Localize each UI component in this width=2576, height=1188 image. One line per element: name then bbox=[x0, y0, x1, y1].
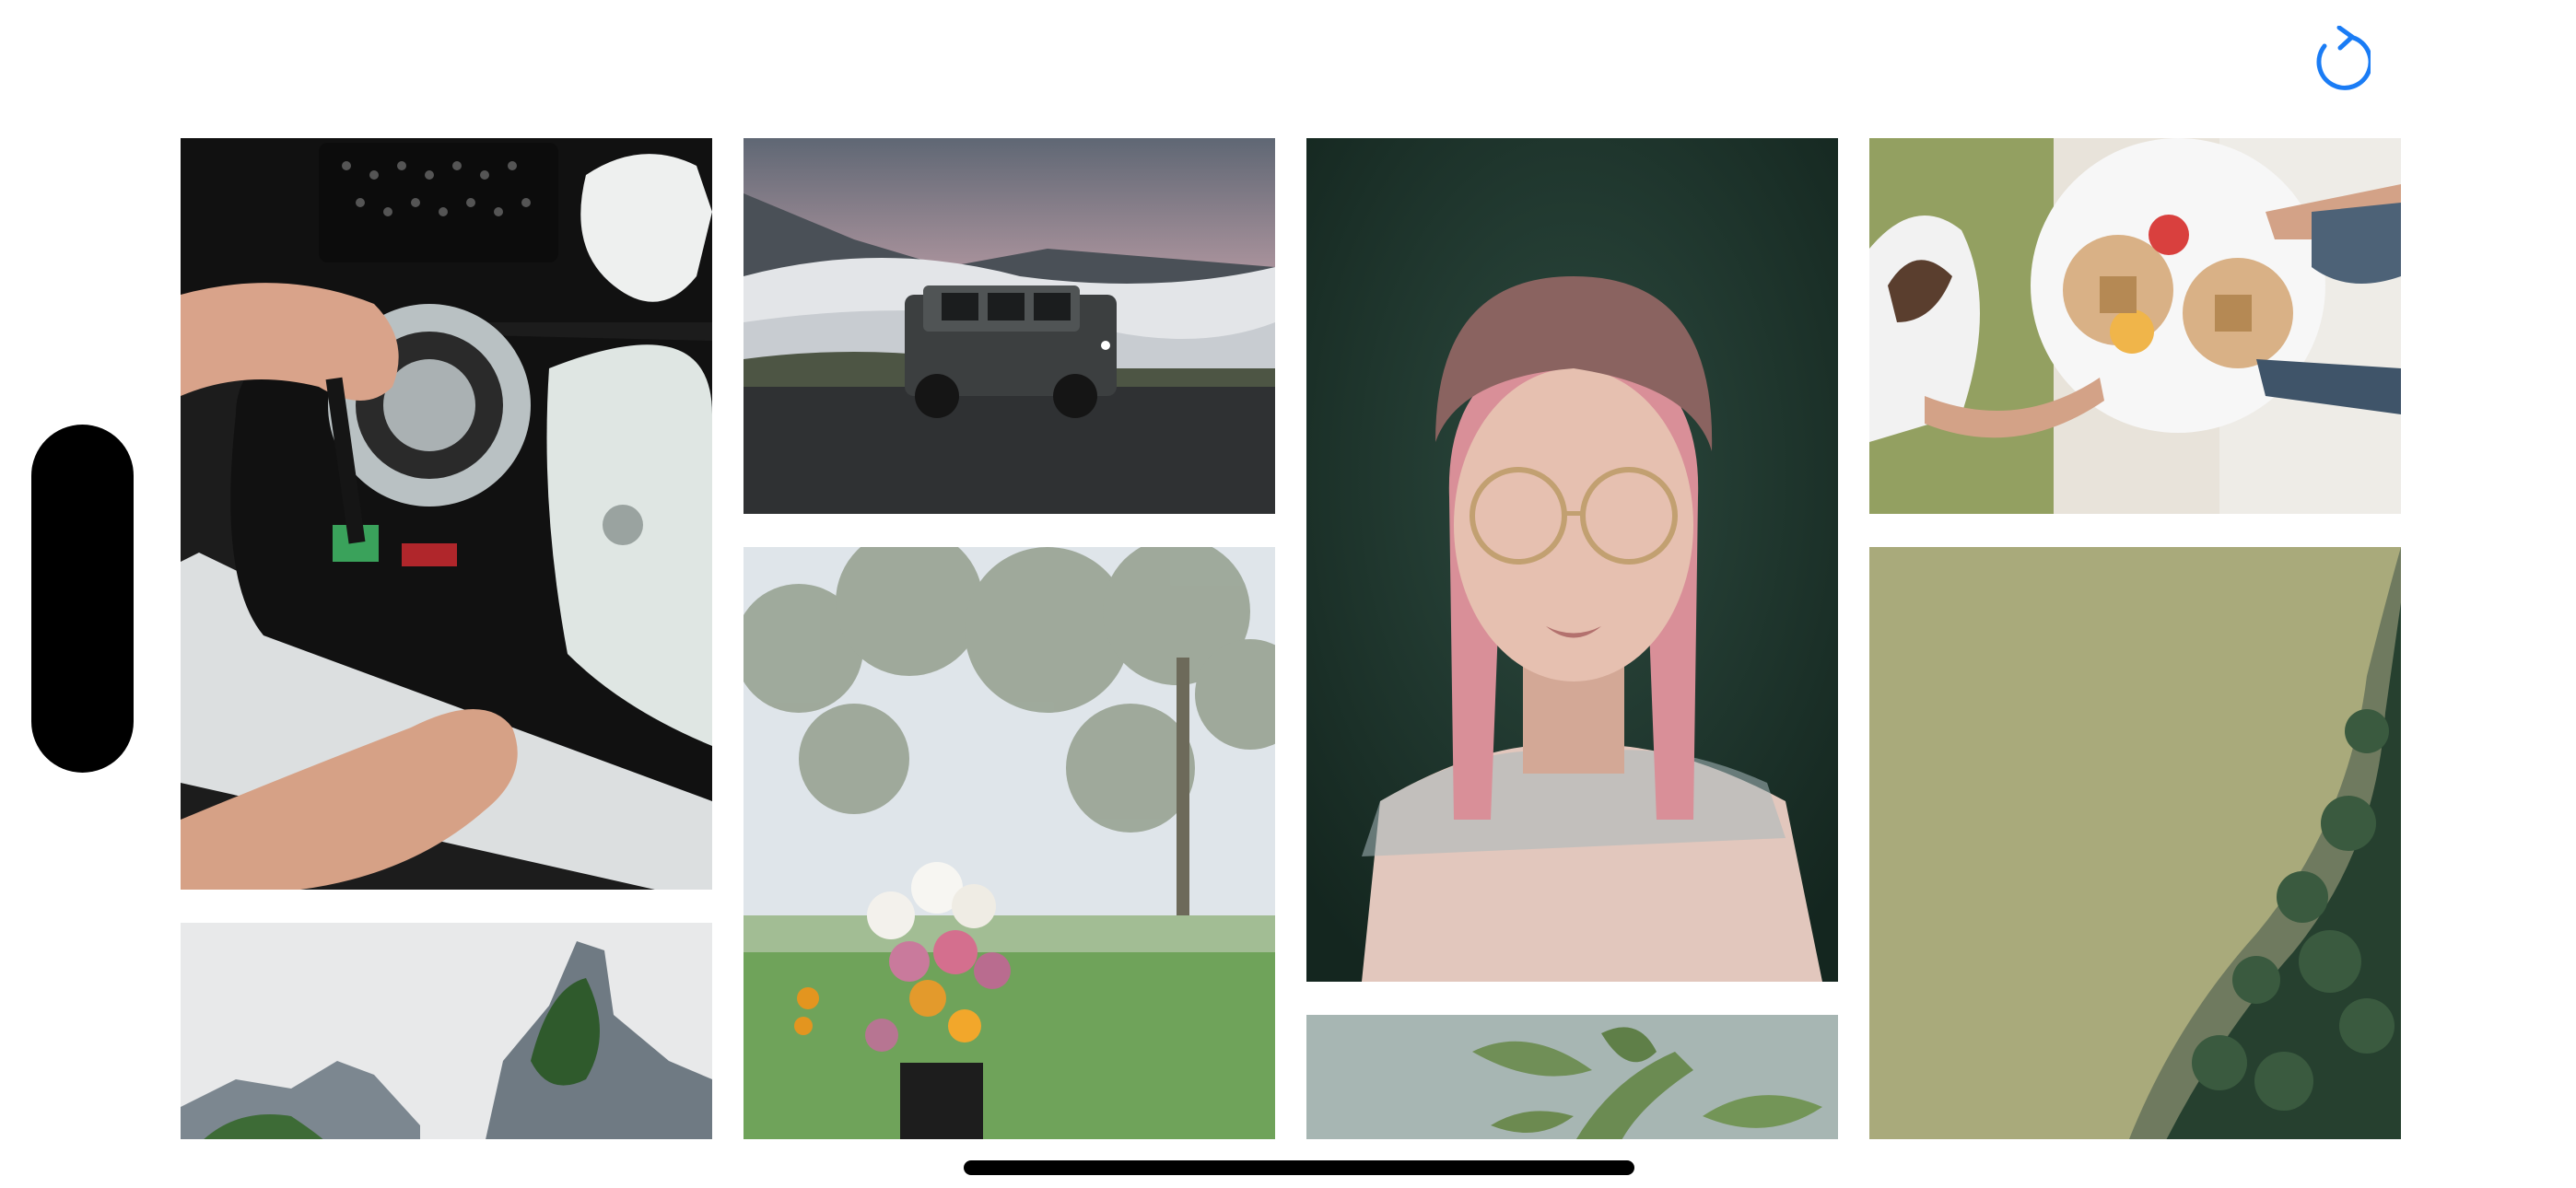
photo-green-leaves[interactable] bbox=[1306, 1015, 1838, 1139]
photo-suv-in-mountains[interactable] bbox=[744, 138, 1275, 514]
photo-console-repair[interactable] bbox=[181, 138, 712, 890]
photo-rock-peaks[interactable] bbox=[181, 923, 712, 1139]
photo-gallery-screen bbox=[0, 0, 2576, 1188]
photo-woman-with-glasses[interactable] bbox=[1306, 138, 1838, 982]
photo-flower-bouquet[interactable] bbox=[744, 547, 1275, 1139]
photo-aerial-coast[interactable] bbox=[1869, 547, 2401, 1139]
home-indicator[interactable] bbox=[964, 1160, 1634, 1175]
photo-grid bbox=[0, 0, 2576, 1139]
photo-table-with-food[interactable] bbox=[1869, 138, 2401, 514]
dynamic-island bbox=[31, 425, 134, 773]
